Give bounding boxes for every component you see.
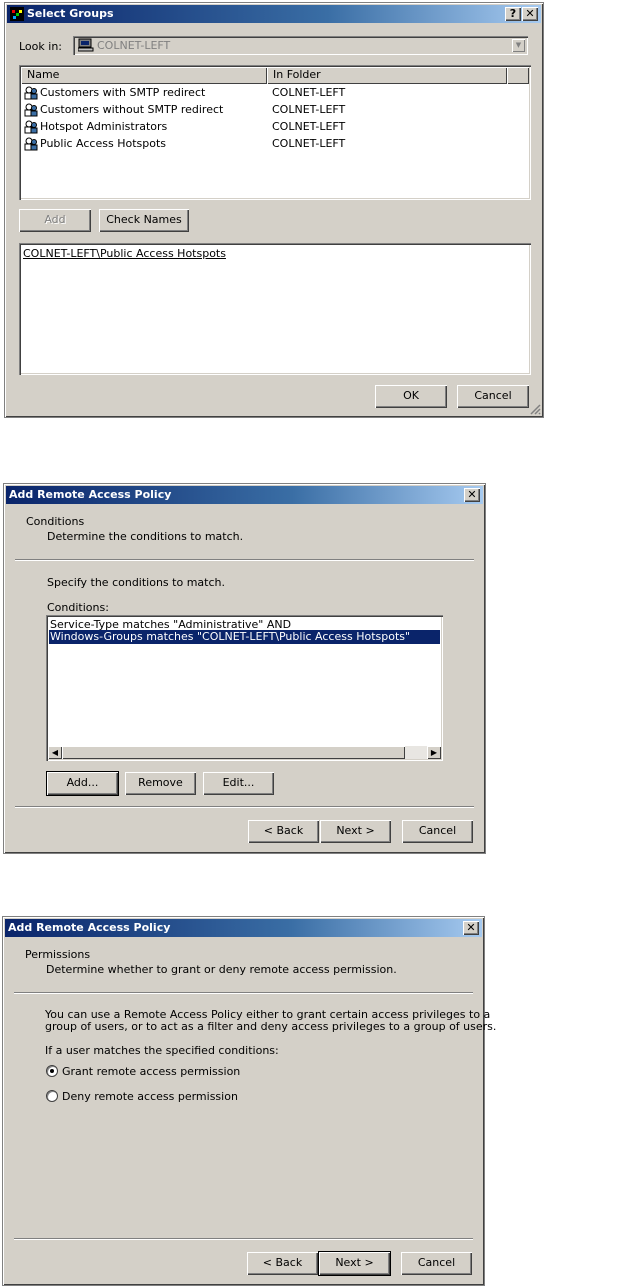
column-name-label: Name	[27, 68, 60, 81]
scroll-right-button[interactable]: ▶	[427, 746, 441, 759]
column-header-name[interactable]: Name	[21, 67, 267, 84]
footer-divider	[14, 1238, 473, 1240]
group-folder: COLNET-LEFT	[272, 86, 346, 99]
header-divider	[15, 559, 474, 561]
cancel-button[interactable]: Cancel	[401, 1252, 472, 1275]
description-line-2: group of users, or to act as a filter an…	[45, 1020, 497, 1033]
computer-icon	[78, 38, 94, 52]
window-title: Add Remote Access Policy	[8, 921, 171, 934]
look-in-value: COLNET-LEFT	[97, 39, 171, 52]
conditions-list[interactable]: Service-Type matches "Administrative" AN…	[46, 615, 443, 761]
group-folder: COLNET-LEFT	[272, 120, 346, 133]
back-button[interactable]: < Back	[247, 1252, 318, 1275]
cancel-button[interactable]: Cancel	[402, 820, 473, 843]
condition-item-selected[interactable]: Windows-Groups matches "COLNET-LEFT\Publ…	[49, 630, 440, 644]
deny-radio-label[interactable]: Deny remote access permission	[62, 1090, 238, 1103]
grant-radio[interactable]	[46, 1065, 58, 1077]
group-name: Public Access Hotspots	[40, 137, 167, 150]
group-icon	[24, 103, 38, 117]
table-row[interactable]: Public Access Hotspots COLNET-LEFT	[21, 136, 527, 152]
grant-radio-label[interactable]: Grant remote access permission	[62, 1065, 240, 1078]
column-header-filler	[507, 67, 529, 84]
selected-object-text[interactable]: COLNET-LEFT\Public Access Hotspots	[23, 247, 226, 260]
select-groups-dialog: Select Groups ? ✕ Look in: COLNET-LEFT ▼…	[4, 2, 544, 418]
radio-selected-dot	[50, 1069, 54, 1073]
check-names-button[interactable]: Check Names	[99, 209, 189, 232]
next-button[interactable]: Next >	[318, 1251, 391, 1276]
chevron-down-icon[interactable]: ▼	[512, 39, 525, 52]
column-folder-label: In Folder	[273, 68, 321, 81]
back-button[interactable]: < Back	[248, 820, 319, 843]
app-icon	[10, 7, 24, 21]
table-row[interactable]: Customers with SMTP redirect COLNET-LEFT	[21, 85, 527, 101]
look-in-label: Look in:	[19, 40, 62, 53]
listview-header: Name In Folder	[21, 67, 529, 84]
group-name: Customers with SMTP redirect	[40, 86, 206, 99]
if-user-matches-label: If a user matches the specified conditio…	[45, 1044, 279, 1057]
cancel-button[interactable]: Cancel	[457, 385, 529, 408]
window-title: Add Remote Access Policy	[9, 488, 172, 501]
title-bar[interactable]: Select Groups ? ✕	[7, 5, 541, 23]
next-button[interactable]: Next >	[320, 820, 391, 843]
table-row[interactable]: Hotspot Administrators COLNET-LEFT	[21, 119, 527, 135]
add-button[interactable]: Add	[19, 209, 91, 232]
wizard-header-title: Conditions	[26, 515, 85, 528]
wizard-header-subtitle: Determine the conditions to match.	[47, 530, 244, 543]
conditions-dialog: Add Remote Access Policy ✕ Conditions De…	[3, 483, 486, 854]
horizontal-scrollbar[interactable]: ◀ ▶	[48, 746, 441, 759]
group-icon	[24, 86, 38, 100]
conditions-label: Conditions:	[47, 601, 109, 614]
condition-item-text: Windows-Groups matches "COLNET-LEFT\Publ…	[50, 630, 411, 643]
footer-divider	[15, 806, 474, 808]
scroll-left-button[interactable]: ◀	[48, 746, 62, 759]
group-icon	[24, 120, 38, 134]
title-bar[interactable]: Add Remote Access Policy ✕	[5, 919, 482, 937]
group-folder: COLNET-LEFT	[272, 137, 346, 150]
resize-grip-icon[interactable]	[529, 403, 541, 415]
wizard-header-subtitle: Determine whether to grant or deny remot…	[46, 963, 397, 976]
help-button[interactable]: ?	[505, 7, 521, 21]
close-button[interactable]: ✕	[463, 921, 479, 935]
scrollbar-thumb[interactable]	[62, 746, 405, 759]
group-name: Hotspot Administrators	[40, 120, 168, 133]
header-divider	[14, 992, 473, 994]
title-bar[interactable]: Add Remote Access Policy ✕	[6, 486, 483, 504]
intro-text: Specify the conditions to match.	[47, 576, 225, 589]
group-icon	[24, 137, 38, 151]
add-condition-button[interactable]: Add...	[46, 771, 119, 796]
table-row[interactable]: Customers without SMTP redirect COLNET-LE…	[21, 102, 527, 118]
window-title: Select Groups	[27, 7, 114, 20]
close-button[interactable]: ✕	[464, 488, 480, 502]
group-folder: COLNET-LEFT	[272, 103, 346, 116]
group-name: Customers without SMTP redirect	[40, 103, 224, 116]
remove-condition-button[interactable]: Remove	[125, 772, 196, 795]
close-button[interactable]: ✕	[522, 7, 538, 21]
permissions-dialog: Add Remote Access Policy ✕ Permissions D…	[2, 916, 496, 1286]
edit-condition-button[interactable]: Edit...	[203, 772, 274, 795]
look-in-dropdown[interactable]: COLNET-LEFT ▼	[73, 36, 528, 55]
selected-objects-box[interactable]: COLNET-LEFT\Public Access Hotspots	[19, 243, 531, 375]
groups-listview[interactable]: Name In Folder Customers with SMTP redir…	[19, 65, 531, 200]
wizard-header-title: Permissions	[25, 948, 91, 961]
ok-button[interactable]: OK	[375, 385, 447, 408]
column-header-folder[interactable]: In Folder	[267, 67, 507, 84]
deny-radio[interactable]	[46, 1090, 58, 1102]
